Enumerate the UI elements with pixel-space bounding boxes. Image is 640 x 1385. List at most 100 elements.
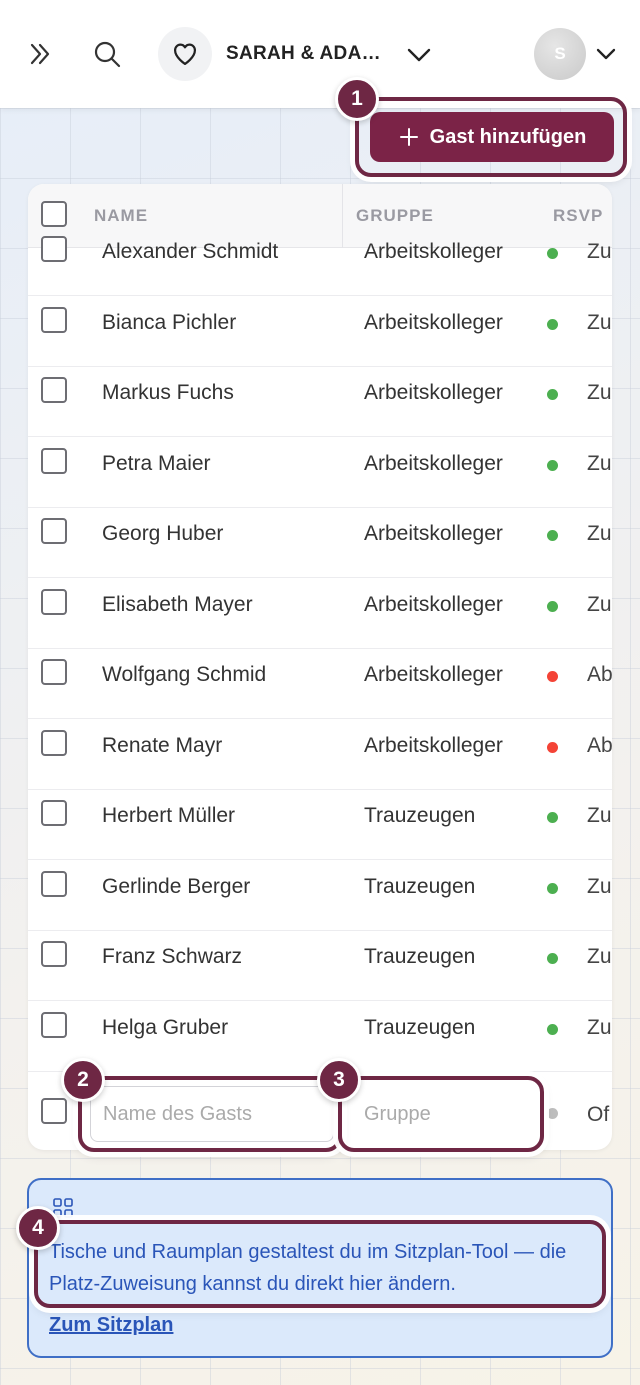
user-avatar[interactable]: S [534, 28, 586, 80]
guest-group[interactable]: Trauzeugen [364, 804, 475, 828]
event-switcher[interactable] [158, 27, 212, 81]
expand-sidebar-icon[interactable] [20, 33, 62, 75]
row-checkbox[interactable] [41, 236, 67, 262]
rsvp-status[interactable]: Zu [587, 593, 612, 617]
guest-group[interactable]: Arbeitskolleger [364, 663, 503, 687]
guest-name[interactable]: Petra Maier [102, 452, 211, 476]
seating-plan-link[interactable]: Zum Sitzplan [49, 1314, 173, 1337]
guest-name[interactable]: Herbert Müller [102, 804, 235, 828]
plus-icon [399, 128, 418, 146]
table-row[interactable]: Markus Fuchs Arbeitskolleger Zu [28, 367, 612, 437]
guest-group[interactable]: Arbeitskolleger [364, 593, 503, 617]
table-row[interactable]: Wolfgang Schmid Arbeitskolleger Ab [28, 649, 612, 719]
guest-group[interactable]: Arbeitskolleger [364, 452, 503, 476]
row-checkbox[interactable] [41, 870, 67, 897]
info-text: Tische und Raumplan gestaltest du im Sit… [49, 1241, 567, 1295]
rsvp-status-dot [547, 1108, 558, 1119]
rsvp-status[interactable]: Zu [587, 240, 612, 264]
chevron-down-icon[interactable] [404, 40, 434, 70]
column-header-name[interactable]: NAME [94, 206, 148, 226]
rsvp-status[interactable]: Ab [587, 734, 612, 758]
column-header-rsvp[interactable]: RSVP [553, 206, 603, 226]
heart-icon [173, 43, 197, 66]
add-guest-label: Gast hinzufügen [429, 125, 587, 148]
rsvp-status-dot [547, 318, 558, 330]
table-row[interactable]: Petra Maier Arbeitskolleger Zu [28, 438, 612, 508]
rsvp-status[interactable]: Zu [587, 311, 612, 335]
guest-group[interactable]: Arbeitskolleger [364, 240, 503, 264]
guest-name[interactable]: Renate Mayr [102, 734, 222, 758]
guest-table: NAME GRUPPE RSVP Alexander Schmidt Arbeit… [28, 184, 612, 1150]
table-row[interactable]: Renate Mayr Arbeitskolleger Ab [28, 720, 612, 790]
rsvp-status-dot [547, 530, 558, 541]
select-all-checkbox[interactable] [41, 201, 67, 227]
chevron-down-icon[interactable] [592, 40, 620, 68]
guest-name[interactable]: Georg Huber [102, 522, 223, 546]
row-checkbox[interactable] [41, 800, 67, 826]
table-row[interactable]: Gerlinde Berger Trauzeugen Zu [28, 861, 612, 931]
rsvp-status-dot [547, 1023, 558, 1035]
guest-name[interactable]: Helga Gruber [102, 1016, 228, 1040]
rsvp-status-dot [547, 248, 558, 259]
row-checkbox[interactable] [41, 659, 67, 685]
search-icon[interactable] [86, 33, 128, 75]
row-checkbox[interactable] [41, 1098, 67, 1124]
rsvp-status[interactable]: Zu [587, 1016, 612, 1040]
row-checkbox[interactable] [41, 518, 67, 544]
table-row[interactable]: Bianca Pichler Arbeitskolleger Zu [28, 297, 612, 367]
top-bar: SARAH & ADAM... S [0, 0, 640, 108]
guest-name[interactable]: Markus Fuchs [102, 381, 234, 405]
row-checkbox[interactable] [41, 447, 67, 474]
seating-info-box: Tische und Raumplan gestaltest du im Sit… [27, 1178, 613, 1358]
guest-name-input[interactable]: Name des Gasts [90, 1086, 334, 1142]
guest-name[interactable]: Franz Schwarz [102, 945, 242, 969]
guest-name[interactable]: Alexander Schmidt [102, 240, 278, 264]
guest-group-input[interactable]: Gruppe [350, 1086, 534, 1142]
guest-group[interactable]: Arbeitskolleger [364, 734, 503, 758]
row-checkbox[interactable] [41, 941, 67, 967]
table-row[interactable]: Franz Schwarz Trauzeugen Zu [28, 931, 612, 1001]
step-badge: 1 [335, 77, 379, 121]
guest-name[interactable]: Wolfgang Schmid [102, 663, 266, 687]
row-checkbox[interactable] [41, 729, 67, 756]
table-row[interactable]: Georg Huber Arbeitskolleger Zu [28, 508, 612, 578]
row-checkbox[interactable] [41, 588, 67, 615]
guest-group[interactable]: Arbeitskolleger [364, 522, 503, 546]
rsvp-status-dot [547, 459, 558, 471]
column-header-group[interactable]: GRUPPE [356, 206, 434, 226]
row-checkbox[interactable] [41, 377, 67, 403]
rsvp-status[interactable]: Zu [587, 804, 612, 828]
guest-name[interactable]: Bianca Pichler [102, 311, 236, 335]
rsvp-status[interactable]: Zu [587, 875, 612, 899]
guest-group[interactable]: Trauzeugen [364, 875, 475, 899]
guest-group[interactable]: Arbeitskolleger [364, 381, 503, 405]
rsvp-status: Of [587, 1103, 610, 1126]
rsvp-status-dot [547, 741, 558, 753]
rsvp-status[interactable]: Ab [587, 663, 612, 687]
guest-name[interactable]: Gerlinde Berger [102, 875, 250, 899]
rsvp-status[interactable]: Zu [587, 452, 612, 476]
table-row[interactable]: Helga Gruber Trauzeugen Zu [28, 1002, 612, 1072]
table-row[interactable]: Alexander Schmidt Arbeitskolleger Zu [28, 226, 612, 296]
rsvp-status[interactable]: Zu [587, 522, 612, 546]
rsvp-status-dot [547, 882, 558, 894]
guest-group[interactable]: Arbeitskolleger [364, 311, 503, 335]
rsvp-status-dot [547, 812, 558, 823]
rsvp-status[interactable]: Zu [587, 381, 612, 405]
row-checkbox[interactable] [41, 306, 67, 333]
event-name[interactable]: SARAH & ADAM... [226, 43, 386, 65]
rsvp-status[interactable]: Zu [587, 945, 612, 969]
row-checkbox[interactable] [41, 1011, 67, 1038]
rsvp-status-dot [547, 671, 558, 682]
step-badge: 4 [16, 1206, 60, 1250]
rsvp-status-dot [547, 389, 558, 400]
step-badge: 3 [317, 1058, 361, 1102]
table-row[interactable]: Elisabeth Mayer Arbeitskolleger Zu [28, 579, 612, 649]
guest-group[interactable]: Trauzeugen [364, 1016, 475, 1040]
rsvp-status-dot [547, 953, 558, 964]
add-guest-button[interactable]: Gast hinzufügen [370, 112, 614, 162]
table-row[interactable]: Herbert Müller Trauzeugen Zu [28, 790, 612, 860]
rsvp-status-dot [547, 600, 558, 612]
guest-group[interactable]: Trauzeugen [364, 945, 475, 969]
guest-name[interactable]: Elisabeth Mayer [102, 593, 253, 617]
